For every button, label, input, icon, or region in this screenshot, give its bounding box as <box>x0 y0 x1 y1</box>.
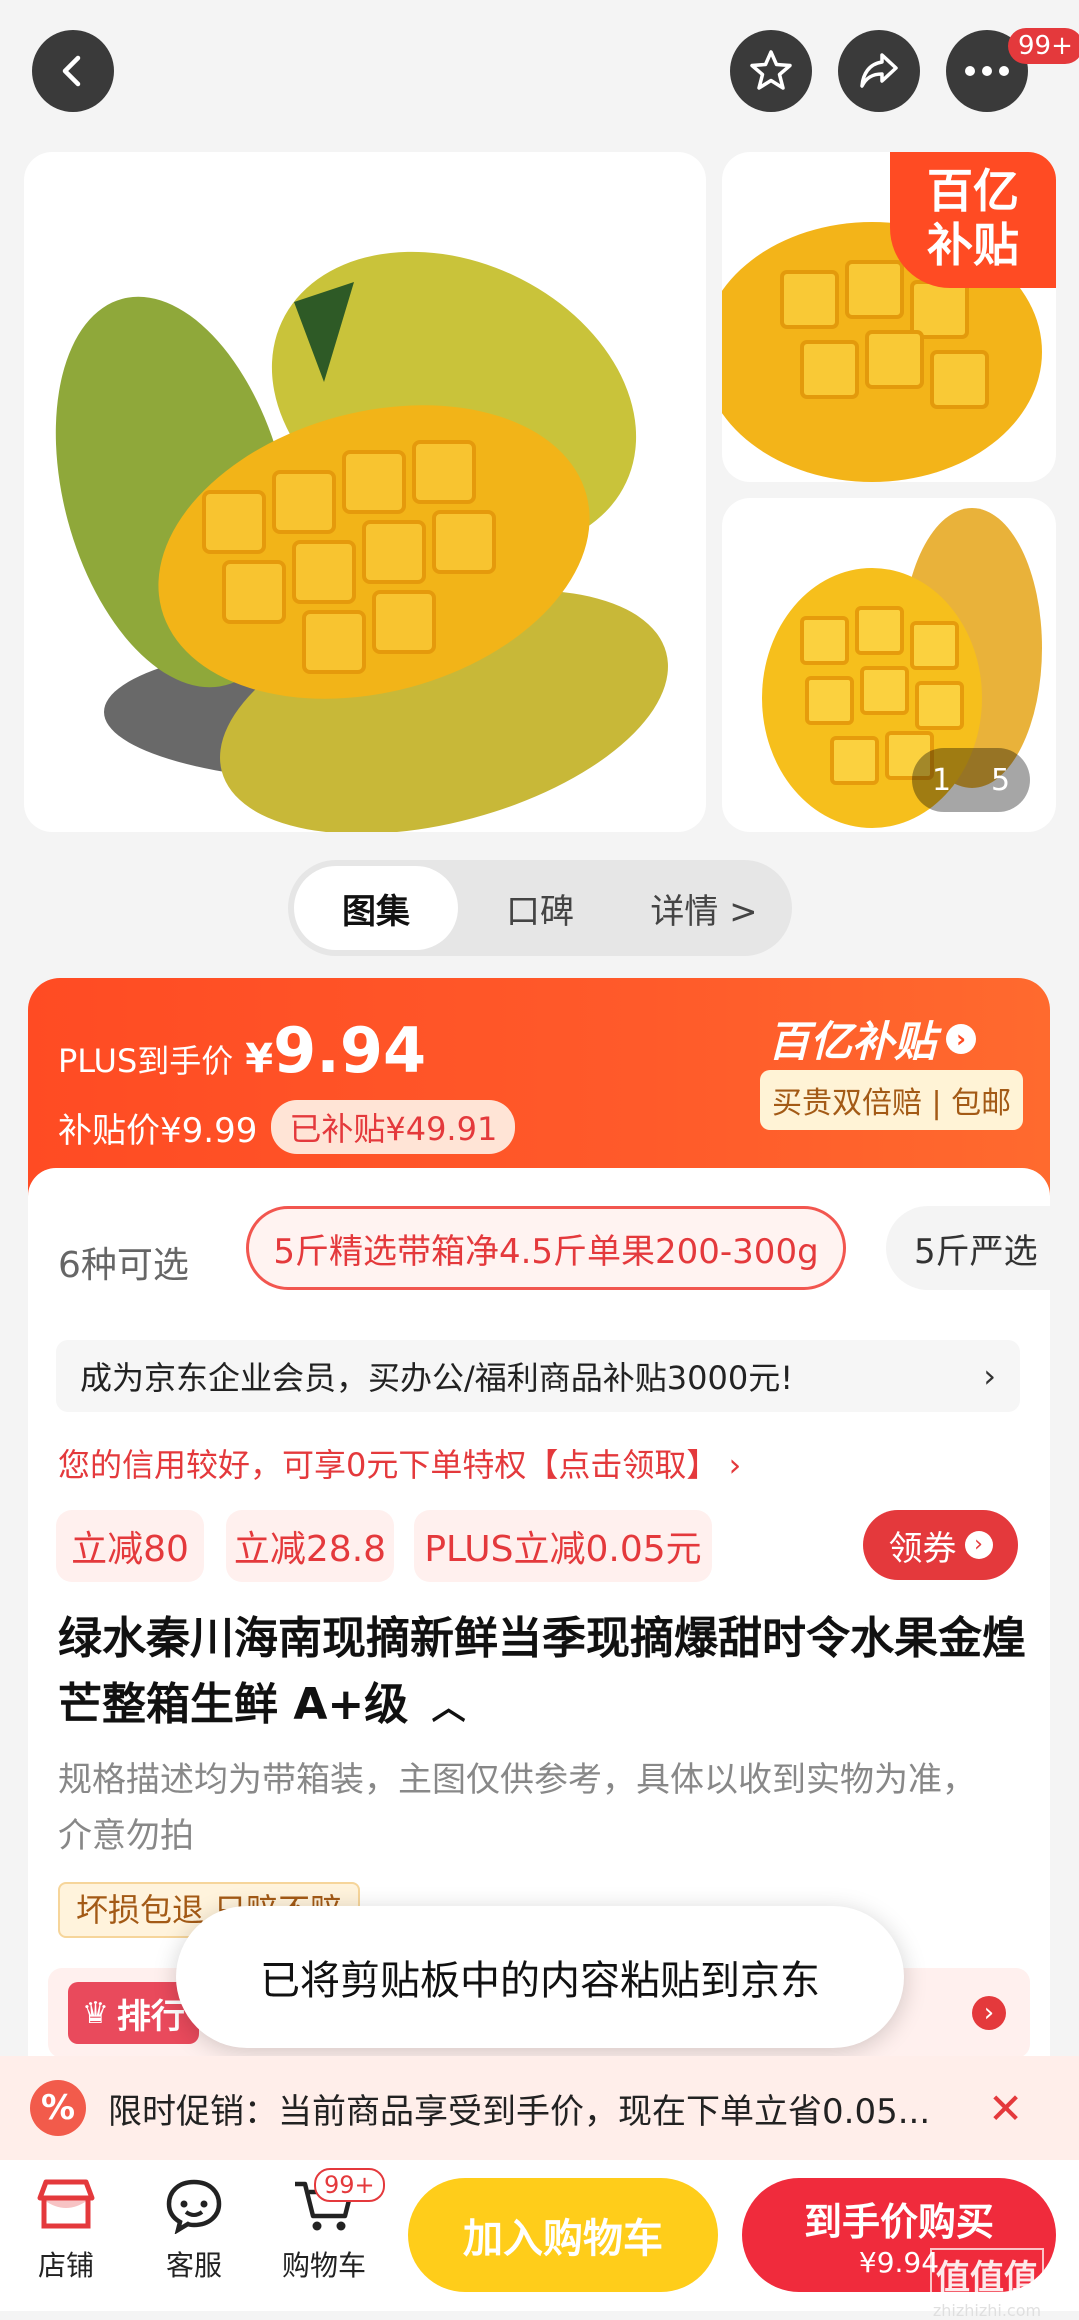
main-product-image[interactable] <box>24 152 706 832</box>
share-button[interactable] <box>838 30 920 112</box>
image-counter-total: 5 <box>990 762 1011 798</box>
spec-option-selected[interactable]: 5斤精选带箱净4.5斤单果200-300g <box>246 1206 846 1290</box>
share-icon <box>860 53 898 88</box>
tab-details[interactable]: 详情 > <box>622 866 786 950</box>
ranking-label: 排行 <box>116 1996 185 2037</box>
subsidy-brand[interactable]: 百亿补贴 › <box>768 1008 977 1069</box>
spec-option-next[interactable]: 5斤严选 <box>886 1206 1050 1290</box>
plus-price-value: 9.94 <box>273 1014 427 1087</box>
more-badge: 99+ <box>1008 28 1079 64</box>
add-to-cart-label: 加入购物车 <box>463 2216 663 2262</box>
watermark: 值值值 zhizhizhi.com <box>930 2248 1044 2320</box>
coupon-tag-3[interactable]: PLUS立减0.05元 <box>414 1510 712 1582</box>
chevron-right-icon: › <box>983 1357 996 1395</box>
product-description: 规格描述均为带箱装，主图仅供参考，具体以收到实物为准，介意勿拍 <box>58 1760 976 1856</box>
subsidy-corner-badge: 百亿 补贴 <box>890 152 1056 288</box>
chevron-right-circle-icon: › <box>972 1996 1006 2030</box>
chevron-up-icon[interactable]: ︿ <box>432 1688 466 1728</box>
bottom-action-bar: 店铺 客服 购物车 99+ 加入购物车 到手价购买 ¥9.94 <box>0 2160 1079 2311</box>
limited-promo-text: 限时促销：当前商品享受到手价，现在下单立省0.05... <box>108 2091 931 2132</box>
store-label: 店铺 <box>37 2249 94 2282</box>
favorite-button[interactable] <box>730 30 812 112</box>
content-tabs: 图集 口碑 详情 > <box>288 860 792 956</box>
plus-price-label: PLUS到手价 <box>58 1042 234 1080</box>
back-button[interactable] <box>32 30 114 112</box>
clipboard-toast: 已将剪贴板中的内容粘贴到京东 <box>176 1906 904 2048</box>
buy-now-label: 到手价购买 <box>803 2200 994 2244</box>
image-counter-current: 1 <box>931 762 952 798</box>
subsidy-brand-text: 百亿补贴 <box>768 1017 937 1066</box>
spec-count-label: 6种可选 <box>58 1245 189 1286</box>
chat-bubble-icon <box>166 2179 222 2235</box>
cart-label: 购物车 <box>281 2249 366 2282</box>
more-dots-icon <box>965 66 1009 76</box>
product-title-text: 绿水秦川海南现摘新鲜当季现摘爆甜时令水果金煌芒整箱生鲜 A+级 <box>58 1613 1026 1730</box>
subsidy-badge-line2: 补贴 <box>927 218 1019 272</box>
enterprise-promo-text: 成为京东企业会员，买办公/福利商品补贴3000元! <box>80 1359 794 1397</box>
spec-option-next-label: 5斤严选 <box>914 1231 1038 1272</box>
back-arrow-icon <box>62 55 81 87</box>
chevron-right-circle-icon: › <box>964 1531 993 1559</box>
store-icon <box>37 2179 95 2229</box>
coupon-tag-1[interactable]: 立减80 <box>56 1510 204 1582</box>
price-banner: PLUS到手价 ¥ 9.94 补贴价¥9.99 已补贴¥49.91 百亿补贴 ›… <box>28 978 1050 1198</box>
store-button[interactable]: 店铺 <box>26 2176 106 2284</box>
enterprise-promo[interactable]: 成为京东企业会员，买办公/福利商品补贴3000元! › <box>56 1340 1020 1412</box>
subsidy-price-label: 补贴价¥9.99 <box>58 1110 258 1151</box>
limited-promo-bar[interactable]: % 限时促销：当前商品享受到手价，现在下单立省0.05... ✕ <box>0 2056 1079 2160</box>
guarantee-badge: 买贵双倍赔 | 包邮 <box>760 1070 1024 1130</box>
plus-price-currency: ¥ <box>245 1036 274 1082</box>
subsidy-price-row: 补贴价¥9.99 已补贴¥49.91 <box>58 1100 516 1154</box>
toast-text: 已将剪贴板中的内容粘贴到京东 <box>260 1958 820 2004</box>
customer-service-button[interactable]: 客服 <box>152 2176 236 2284</box>
customer-service-label: 客服 <box>165 2249 222 2282</box>
close-icon[interactable]: ✕ <box>988 2084 1023 2133</box>
product-title: 绿水秦川海南现摘新鲜当季现摘爆甜时令水果金煌芒整箱生鲜 A+级 ︿ <box>58 1606 1038 1741</box>
add-to-cart-button[interactable]: 加入购物车 <box>408 2178 718 2292</box>
star-icon <box>750 50 792 90</box>
trophy-icon: ♛ <box>82 1995 109 2031</box>
get-coupon-label: 领券 <box>888 1528 957 1569</box>
subsidy-amount-badge: 已补贴¥49.91 <box>271 1100 516 1154</box>
coupon-tag-2[interactable]: 立减28.8 <box>226 1510 394 1582</box>
tab-gallery[interactable]: 图集 <box>294 866 458 950</box>
discount-icon: % <box>30 2080 86 2136</box>
subsidy-badge-line1: 百亿 <box>927 164 1019 218</box>
chevron-right-circle-icon: › <box>946 1023 977 1054</box>
tab-reviews[interactable]: 口碑 <box>458 866 622 950</box>
plus-price-row: PLUS到手价 ¥ 9.94 <box>58 1014 426 1087</box>
credit-promo[interactable]: 您的信用较好，可享0元下单特权【点击领取】 › <box>58 1440 741 1486</box>
cart-count-badge: 99+ <box>314 2168 385 2202</box>
mango-image <box>55 251 668 832</box>
buy-now-price: ¥9.94 <box>858 2246 940 2279</box>
image-counter: 1 5 <box>912 748 1030 812</box>
get-coupon-button[interactable]: 领券 › <box>863 1510 1018 1580</box>
watermark-logo: 值值值 <box>930 2248 1044 2301</box>
